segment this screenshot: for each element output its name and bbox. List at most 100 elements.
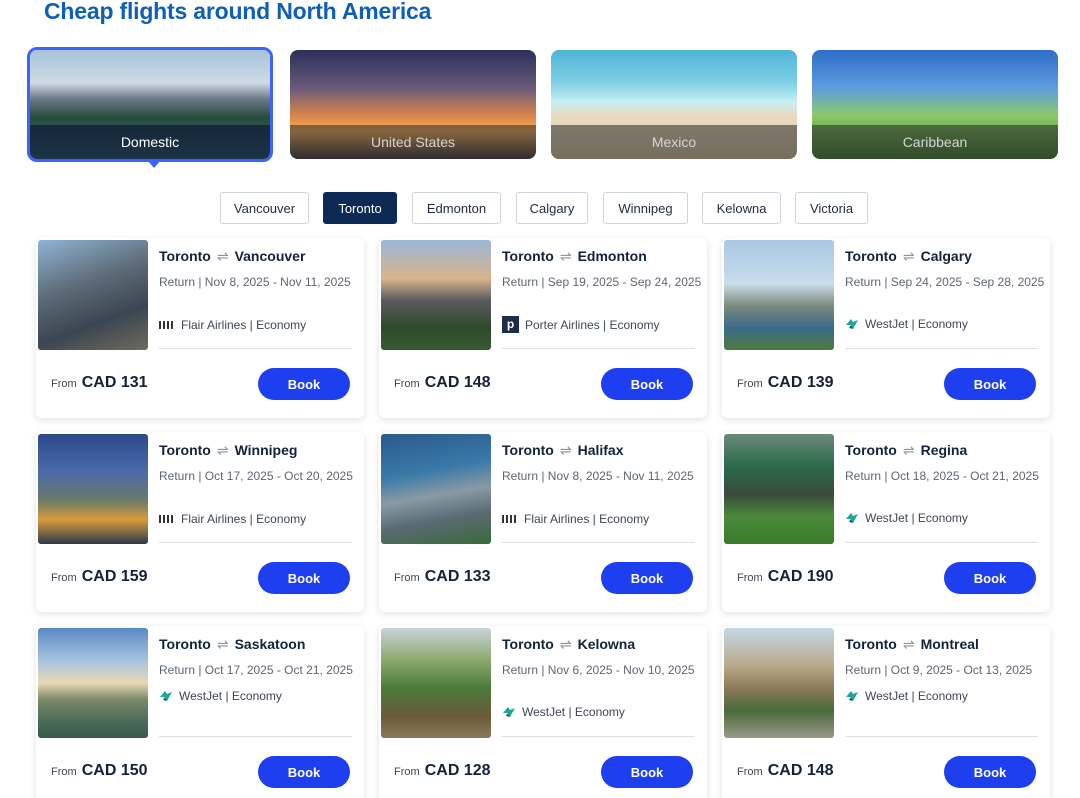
flair-logo-icon [502, 515, 518, 523]
region-tab-united-states[interactable]: United States [290, 50, 536, 159]
destination-photo [38, 240, 148, 350]
airline-info: WestJet | Economy [845, 317, 968, 331]
city-chip-calgary[interactable]: Calgary [516, 192, 588, 224]
from-label: From [51, 766, 77, 778]
book-button[interactable]: Book [601, 756, 693, 788]
round-trip-icon: ⇌ [902, 636, 915, 652]
divider [159, 542, 352, 543]
airline-name: WestJet | Economy [179, 689, 282, 703]
destination: Halifax [577, 442, 624, 458]
destination: Kelowna [577, 636, 636, 652]
city-filter: Vancouver Toronto Edmonton Calgary Winni… [0, 192, 1080, 224]
destination: Winnipeg [234, 442, 298, 458]
book-button[interactable]: Book [944, 756, 1036, 788]
trip-dates: Return | Oct 17, 2025 - Oct 21, 2025 [159, 663, 353, 677]
price-value: CAD 148 [767, 762, 834, 779]
westjet-logo-icon [846, 319, 858, 329]
book-button[interactable]: Book [944, 368, 1036, 400]
route: Toronto ⇌ Edmonton [502, 248, 647, 265]
divider [502, 736, 695, 737]
book-button[interactable]: Book [258, 756, 350, 788]
book-button[interactable]: Book [601, 562, 693, 594]
flight-card: Toronto ⇌ Montreal Return | Oct 9, 2025 - … [722, 626, 1050, 798]
price-value: CAD 131 [81, 374, 148, 391]
from-label: From [394, 766, 420, 778]
round-trip-icon: ⇌ [559, 442, 572, 458]
destination: Montreal [920, 636, 979, 652]
region-label: Domestic [30, 125, 270, 159]
flair-logo-icon [159, 515, 175, 523]
destination-photo [38, 628, 148, 738]
region-label: Mexico [551, 125, 797, 159]
round-trip-icon: ⇌ [216, 442, 229, 458]
region-label: Caribbean [812, 125, 1058, 159]
airline-name: Flair Airlines | Economy [524, 512, 650, 526]
price: From CAD 159 [51, 568, 148, 586]
destination: Saskatoon [234, 636, 306, 652]
flight-card: Toronto ⇌ Winnipeg Return | Oct 17, 2025 -… [36, 432, 364, 612]
porter-logo-icon: p [502, 316, 519, 333]
airline-name: Flair Airlines | Economy [181, 512, 307, 526]
from-label: From [737, 378, 763, 390]
trip-dates: Return | Nov 8, 2025 - Nov 11, 2025 [159, 275, 351, 289]
from-label: From [394, 572, 420, 584]
destination: Vancouver [234, 248, 306, 264]
destination-photo [38, 434, 148, 544]
active-region-pointer-icon [147, 160, 161, 168]
airline-name: WestJet | Economy [865, 689, 968, 703]
city-chip-vancouver[interactable]: Vancouver [220, 192, 309, 224]
price-value: CAD 133 [424, 568, 491, 585]
region-selector: Domestic United States Mexico Caribbean [27, 47, 1061, 162]
region-label: United States [290, 125, 536, 159]
destination: Calgary [920, 248, 972, 264]
airline-info: Flair Airlines | Economy [159, 318, 306, 332]
from-label: From [737, 572, 763, 584]
airline-info: WestJet | Economy [502, 705, 625, 719]
airline-name: WestJet | Economy [865, 317, 968, 331]
trip-dates: Return | Sep 24, 2025 - Sep 28, 2025 [845, 275, 1045, 289]
flight-card: Toronto ⇌ Halifax Return | Nov 8, 2025 - N… [379, 432, 707, 612]
price: From CAD 133 [394, 568, 491, 586]
flight-card: Toronto ⇌ Edmonton Return | Sep 19, 2025 -… [379, 238, 707, 418]
region-tab-domestic[interactable]: Domestic [27, 47, 273, 162]
city-chip-winnipeg[interactable]: Winnipeg [603, 192, 688, 224]
airline-name: WestJet | Economy [865, 511, 968, 525]
flight-card: Toronto ⇌ Regina Return | Oct 18, 2025 - O… [722, 432, 1050, 612]
price: From CAD 150 [51, 762, 148, 780]
from-label: From [51, 378, 77, 390]
airline-info: Flair Airlines | Economy [502, 512, 649, 526]
flight-card: Toronto ⇌ Saskatoon Return | Oct 17, 2025 … [36, 626, 364, 798]
origin: Toronto [159, 442, 211, 458]
city-chip-kelowna[interactable]: Kelowna [702, 192, 781, 224]
region-tab-mexico[interactable]: Mexico [551, 50, 797, 159]
price-value: CAD 128 [424, 762, 491, 779]
book-button[interactable]: Book [258, 368, 350, 400]
region-tab-caribbean[interactable]: Caribbean [812, 50, 1058, 159]
city-chip-edmonton[interactable]: Edmonton [412, 192, 501, 224]
round-trip-icon: ⇌ [216, 636, 229, 652]
book-button[interactable]: Book [258, 562, 350, 594]
destination: Edmonton [577, 248, 647, 264]
destination-photo [381, 628, 491, 738]
round-trip-icon: ⇌ [559, 248, 572, 264]
price: From CAD 148 [394, 374, 491, 392]
flight-card: Toronto ⇌ Calgary Return | Sep 24, 2025 - … [722, 238, 1050, 418]
price-value: CAD 159 [81, 568, 148, 585]
route: Toronto ⇌ Montreal [845, 636, 979, 653]
destination-photo [381, 240, 491, 350]
origin: Toronto [502, 636, 554, 652]
airline-info: p Porter Airlines | Economy [502, 316, 660, 333]
route: Toronto ⇌ Halifax [502, 442, 624, 459]
from-label: From [394, 378, 420, 390]
price: From CAD 139 [737, 374, 834, 392]
book-button[interactable]: Book [944, 562, 1036, 594]
round-trip-icon: ⇌ [902, 442, 915, 458]
price: From CAD 131 [51, 374, 148, 392]
route: Toronto ⇌ Kelowna [502, 636, 635, 653]
origin: Toronto [845, 248, 897, 264]
city-chip-victoria[interactable]: Victoria [795, 192, 868, 224]
city-chip-toronto[interactable]: Toronto [323, 192, 397, 224]
book-button[interactable]: Book [601, 368, 693, 400]
destination-photo [724, 628, 834, 738]
divider [159, 736, 352, 737]
